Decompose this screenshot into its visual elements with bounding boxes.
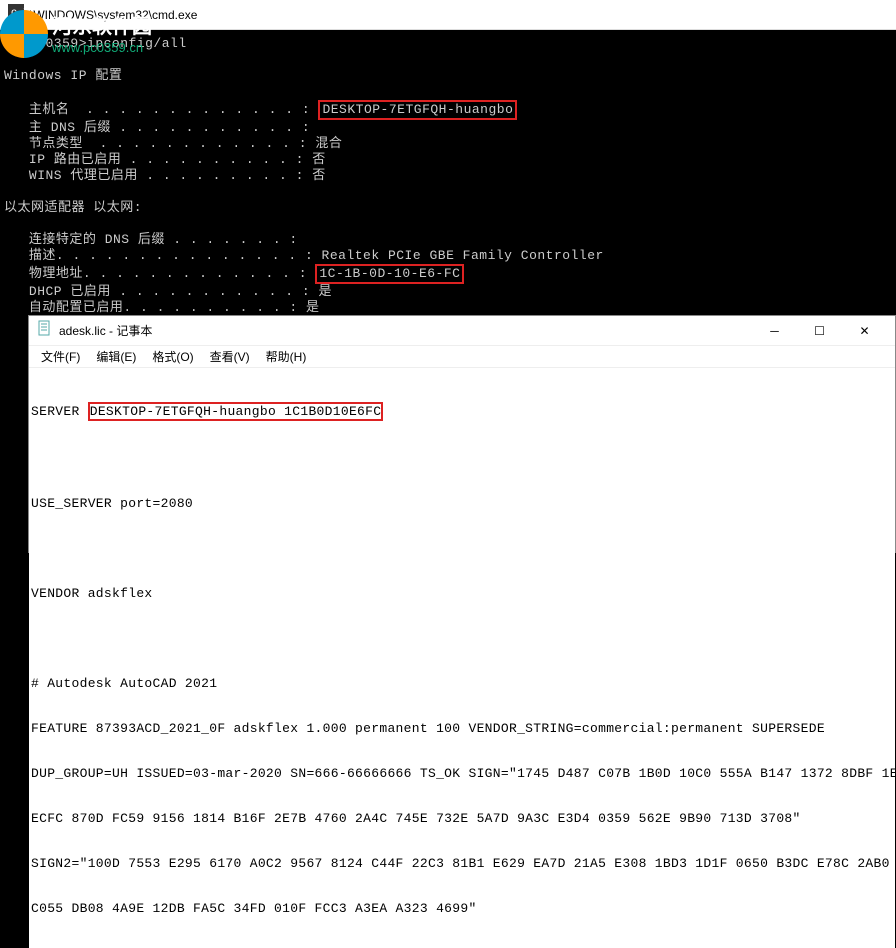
watermark-url: www.pc0359.cn	[52, 40, 152, 55]
ip-config-header: Windows IP 配置	[4, 68, 896, 84]
cmd-output: rs\pc0359>ipconfig/all Windows IP 配置 主机名…	[0, 30, 896, 338]
phys-addr-row: 物理地址. . . . . . . . . . . . . : 1C-1B-0D…	[4, 264, 896, 284]
server-row: SERVER DESKTOP-7ETGFQH-huangbo 1C1B0D10E…	[31, 400, 893, 421]
close-button[interactable]: ✕	[842, 317, 887, 345]
comment-row: # Autodesk AutoCAD 2021	[31, 676, 893, 691]
conn-dns-row: 连接特定的 DNS 后缀 . . . . . . . :	[4, 232, 896, 248]
feature-row-4: SIGN2="100D 7553 E295 6170 A0C2 9567 812…	[31, 856, 893, 871]
node-type-row: 节点类型 . . . . . . . . . . . . : 混合	[4, 136, 896, 152]
watermark-title: 河东软件园	[52, 10, 152, 40]
desc-row: 描述. . . . . . . . . . . . . . . : Realte…	[4, 248, 896, 264]
window-controls: ─ ☐ ✕	[752, 317, 887, 345]
feature-row-5: C055 DB08 4A9E 12DB FA5C 34FD 010F FCC3 …	[31, 901, 893, 916]
maximize-button[interactable]: ☐	[797, 317, 842, 345]
menu-file[interactable]: 文件(F)	[37, 348, 84, 365]
hostname-box: DESKTOP-7ETGFQH-huangbo	[318, 100, 517, 120]
adapter-header: 以太网适配器 以太网:	[4, 200, 896, 216]
notepad-window: adesk.lic - 记事本 ─ ☐ ✕ 文件(F) 编辑(E) 格式(O) …	[28, 315, 896, 553]
use-server-row: USE_SERVER port=2080	[31, 496, 893, 511]
minimize-button[interactable]: ─	[752, 317, 797, 345]
watermark-logo	[0, 10, 48, 58]
watermark-text: 河东软件园 www.pc0359.cn	[52, 10, 152, 55]
wins-row: WINS 代理已启用 . . . . . . . . . : 否	[4, 168, 896, 184]
dns-suffix-row: 主 DNS 后缀 . . . . . . . . . . . :	[4, 120, 896, 136]
feature-row-3: ECFC 870D FC59 9156 1814 B16F 2E7B 4760 …	[31, 811, 893, 826]
notepad-icon	[37, 320, 53, 341]
server-value: DESKTOP-7ETGFQH-huangbo 1C1B0D10E6FC	[90, 404, 382, 419]
notepad-content[interactable]: SERVER DESKTOP-7ETGFQH-huangbo 1C1B0D10E…	[29, 368, 895, 948]
autocfg-row: 自动配置已启用. . . . . . . . . . : 是	[4, 300, 896, 316]
mac-value: 1C-1B-0D-10-E6-FC	[319, 266, 460, 281]
menu-edit[interactable]: 编辑(E)	[92, 348, 140, 365]
dhcp-row: DHCP 已启用 . . . . . . . . . . . : 是	[4, 284, 896, 300]
server-box: DESKTOP-7ETGFQH-huangbo 1C1B0D10E6FC	[88, 402, 384, 421]
watermark: 河东软件园 www.pc0359.cn	[0, 10, 152, 58]
hostname-value: DESKTOP-7ETGFQH-huangbo	[322, 102, 513, 117]
notepad-menubar: 文件(F) 编辑(E) 格式(O) 查看(V) 帮助(H)	[29, 346, 895, 368]
menu-view[interactable]: 查看(V)	[206, 348, 254, 365]
feature-row-1: FEATURE 87393ACD_2021_0F adskflex 1.000 …	[31, 721, 893, 736]
notepad-title: adesk.lic - 记事本	[59, 322, 746, 339]
vendor-row: VENDOR adskflex	[31, 586, 893, 601]
mac-box: 1C-1B-0D-10-E6-FC	[315, 264, 464, 284]
menu-help[interactable]: 帮助(H)	[262, 348, 311, 365]
notepad-titlebar[interactable]: adesk.lic - 记事本 ─ ☐ ✕	[29, 316, 895, 346]
menu-format[interactable]: 格式(O)	[148, 348, 197, 365]
ip-route-row: IP 路由已启用 . . . . . . . . . . : 否	[4, 152, 896, 168]
hostname-row: 主机名 . . . . . . . . . . . . . : DESKTOP-…	[4, 100, 896, 120]
feature-row-2: DUP_GROUP=UH ISSUED=03-mar-2020 SN=666-6…	[31, 766, 893, 781]
